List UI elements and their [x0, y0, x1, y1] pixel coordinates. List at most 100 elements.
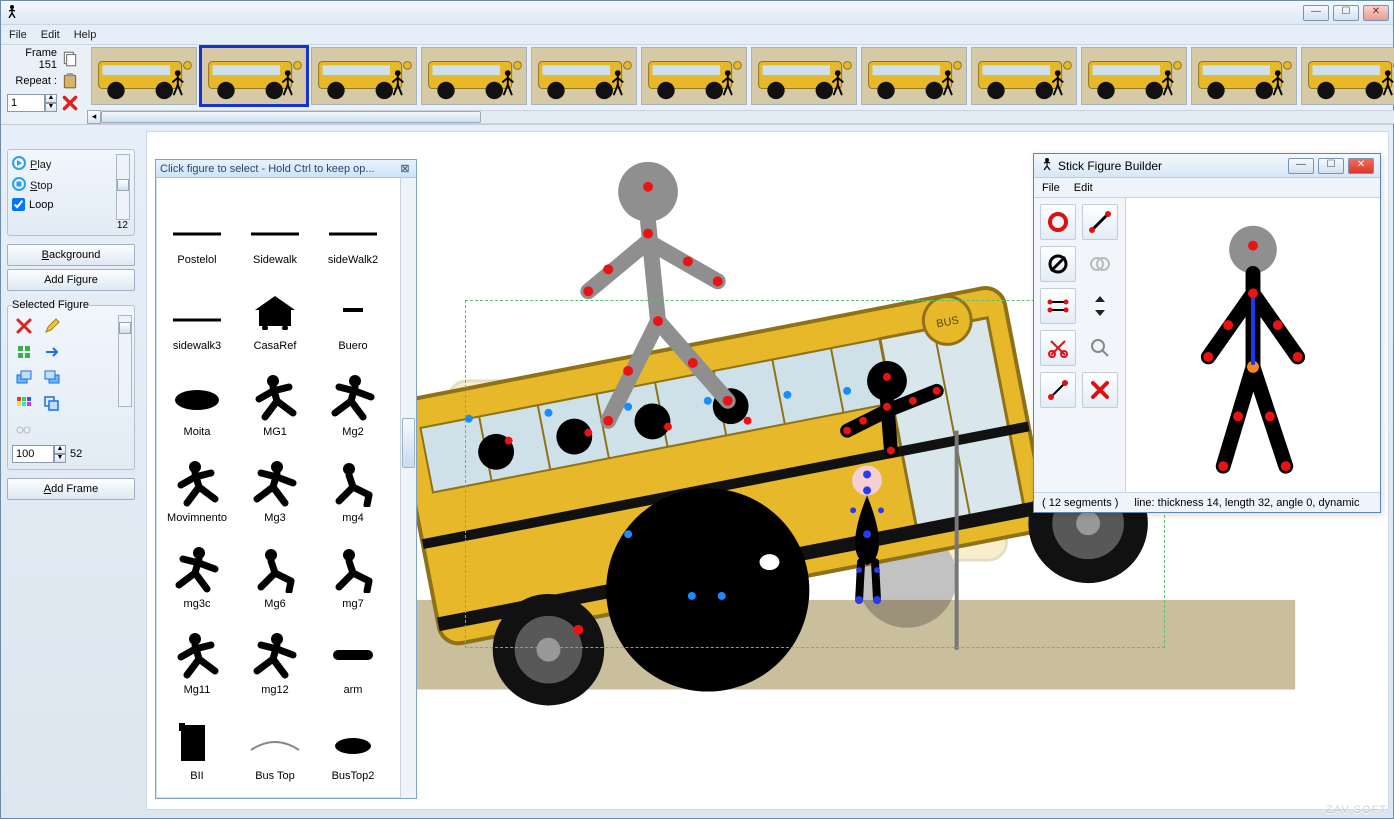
- timeline-thumb[interactable]: [641, 47, 747, 105]
- sfb-titlebar[interactable]: Stick Figure Builder — ☐ ✕: [1034, 154, 1380, 178]
- lower-figure-icon[interactable]: [12, 367, 36, 389]
- center-figure-icon[interactable]: [12, 341, 36, 363]
- repeat-down[interactable]: ▼: [45, 103, 57, 112]
- figure-library-item[interactable]: Postelol: [158, 180, 236, 266]
- figure-library-item[interactable]: sideWalk2: [314, 180, 392, 266]
- figure-library-item[interactable]: Bus Top: [236, 696, 314, 782]
- sfb-tool-line-icon[interactable]: [1082, 204, 1118, 240]
- sfb-tool-overlap-icon[interactable]: [1082, 246, 1118, 282]
- duplicate-figure-icon[interactable]: [40, 393, 64, 415]
- speed-slider-thumb[interactable]: [117, 179, 129, 191]
- figure-library-item[interactable]: Sidewalk: [236, 180, 314, 266]
- play-button[interactable]: Play: [30, 159, 51, 171]
- timeline-scroll-track[interactable]: [101, 110, 1394, 124]
- figure-library-item[interactable]: [158, 782, 236, 798]
- timeline-thumb[interactable]: [311, 47, 417, 105]
- stop-button[interactable]: Stop: [30, 180, 53, 192]
- figure-library-titlebar[interactable]: Click figure to select - Hold Ctrl to ke…: [156, 160, 416, 178]
- repeat-input[interactable]: [7, 94, 45, 112]
- figure-library-item[interactable]: [314, 782, 392, 798]
- sfb-maximize-button[interactable]: ☐: [1318, 158, 1344, 174]
- sfb-tool-magnify-icon[interactable]: [1082, 330, 1118, 366]
- sfb-tool-nocircle-icon[interactable]: [1040, 246, 1076, 282]
- timeline-thumb[interactable]: [1301, 47, 1394, 105]
- timeline-scroll-thumb[interactable]: [101, 111, 481, 123]
- size-spinner[interactable]: ▲▼: [12, 445, 66, 463]
- main-titlebar[interactable]: — ☐ ✕: [1, 1, 1393, 25]
- stick-figure-builder-window[interactable]: Stick Figure Builder — ☐ ✕ File Edit: [1033, 153, 1381, 513]
- figure-library-scrollbar[interactable]: [400, 178, 416, 798]
- sfb-minimize-button[interactable]: —: [1288, 158, 1314, 174]
- opacity-slider-thumb[interactable]: [119, 322, 131, 334]
- timeline-thumb[interactable]: [91, 47, 197, 105]
- copy-frame-icon[interactable]: [61, 50, 79, 68]
- timeline-thumb[interactable]: [971, 47, 1077, 105]
- opacity-slider[interactable]: [118, 315, 132, 407]
- menu-edit[interactable]: Edit: [41, 29, 60, 41]
- figure-library-item[interactable]: arm: [314, 610, 392, 696]
- menu-file[interactable]: File: [9, 29, 27, 41]
- sfb-tool-split-icon[interactable]: [1040, 288, 1076, 324]
- figure-library-scroll-thumb[interactable]: [402, 418, 415, 468]
- figure-library-item[interactable]: mg7: [314, 524, 392, 610]
- sfb-close-button[interactable]: ✕: [1348, 158, 1374, 174]
- size-down[interactable]: ▼: [54, 454, 66, 463]
- figure-library-item[interactable]: mg3c: [158, 524, 236, 610]
- figure-library-item[interactable]: Mg11: [158, 610, 236, 696]
- figure-library-item[interactable]: Movimnento: [158, 438, 236, 524]
- figure-library-item[interactable]: MG1: [236, 352, 314, 438]
- repeat-up[interactable]: ▲: [45, 94, 57, 103]
- raise-figure-icon[interactable]: [40, 367, 64, 389]
- add-frame-button[interactable]: Add Frame: [7, 478, 135, 500]
- figure-library-item[interactable]: CasaRef: [236, 266, 314, 352]
- delete-figure-icon[interactable]: [12, 315, 36, 337]
- timeline-thumb[interactable]: [1081, 47, 1187, 105]
- sfb-menu-edit[interactable]: Edit: [1074, 182, 1093, 194]
- flip-figure-icon[interactable]: [40, 341, 64, 363]
- loop-checkbox[interactable]: [12, 198, 25, 211]
- figure-library-item[interactable]: mg12: [236, 610, 314, 696]
- figure-library-close-icon[interactable]: ⊠: [398, 162, 412, 175]
- repeat-spinner[interactable]: ▲▼: [7, 94, 57, 112]
- figure-library-item[interactable]: BusTop2: [314, 696, 392, 782]
- paste-frame-icon[interactable]: [61, 72, 79, 90]
- main-maximize-button[interactable]: ☐: [1333, 5, 1359, 21]
- sfb-menu-file[interactable]: File: [1042, 182, 1060, 194]
- edit-figure-icon[interactable]: [40, 315, 64, 337]
- sfb-tool-delete-icon[interactable]: [1082, 372, 1118, 408]
- join-figure-icon[interactable]: [12, 419, 36, 441]
- figure-library-item[interactable]: sidewalk3: [158, 266, 236, 352]
- figure-library-item[interactable]: [236, 782, 314, 798]
- timeline-thumb[interactable]: [751, 47, 857, 105]
- figure-library-item[interactable]: Moita: [158, 352, 236, 438]
- sfb-tool-updown-icon[interactable]: [1082, 288, 1118, 324]
- speed-slider[interactable]: [116, 154, 130, 220]
- background-button[interactable]: Background: [7, 244, 135, 266]
- timeline-thumb[interactable]: [1191, 47, 1297, 105]
- size-input[interactable]: [12, 445, 54, 463]
- figure-library-panel[interactable]: Click figure to select - Hold Ctrl to ke…: [155, 159, 417, 799]
- sfb-tool-cut-icon[interactable]: [1040, 330, 1076, 366]
- figure-library-item[interactable]: mg4: [314, 438, 392, 524]
- figure-library-item[interactable]: Mg6: [236, 524, 314, 610]
- menu-help[interactable]: Help: [74, 29, 97, 41]
- size-up[interactable]: ▲: [54, 445, 66, 454]
- sfb-canvas[interactable]: [1126, 198, 1380, 492]
- timeline-thumb[interactable]: [531, 47, 637, 105]
- main-minimize-button[interactable]: —: [1303, 5, 1329, 21]
- main-close-button[interactable]: ✕: [1363, 5, 1389, 21]
- color-figure-icon[interactable]: [12, 393, 36, 415]
- figure-library-item[interactable]: Mg2: [314, 352, 392, 438]
- sfb-tool-segment-icon[interactable]: [1040, 372, 1076, 408]
- timeline-scroll-left[interactable]: ◂: [87, 110, 101, 124]
- timeline-thumb[interactable]: [861, 47, 967, 105]
- timeline-thumb[interactable]: [421, 47, 527, 105]
- timeline-scrollbar[interactable]: ◂ ▸: [87, 110, 1394, 124]
- timeline-thumb[interactable]: [201, 47, 307, 105]
- sfb-tool-circle-icon[interactable]: [1040, 204, 1076, 240]
- figure-library-item[interactable]: Mg3: [236, 438, 314, 524]
- delete-frame-icon[interactable]: [61, 94, 79, 112]
- figure-library-item[interactable]: Buero: [314, 266, 392, 352]
- add-figure-button[interactable]: Add Figure: [7, 269, 135, 291]
- figure-library-item[interactable]: BII: [158, 696, 236, 782]
